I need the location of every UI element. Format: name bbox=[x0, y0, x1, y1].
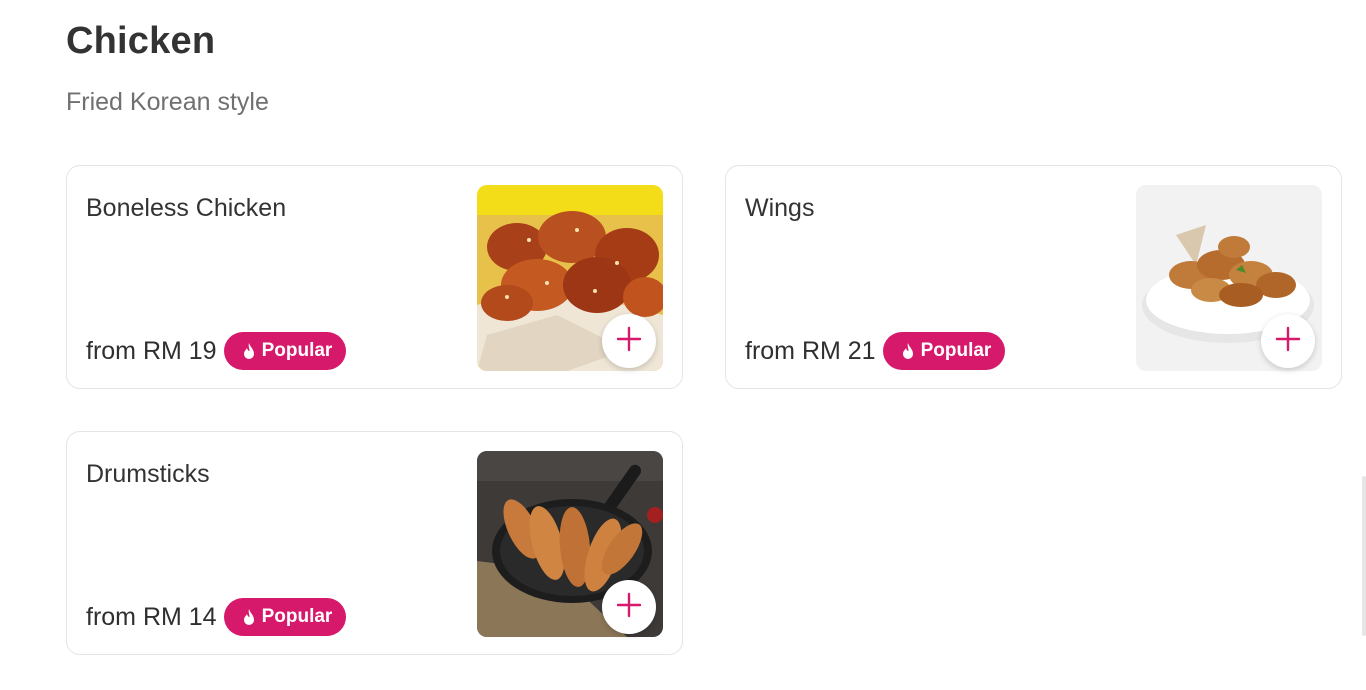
menu-item-name: Boneless Chicken bbox=[86, 194, 287, 222]
plus-icon bbox=[616, 592, 642, 623]
price-row: from RM 19 Popular bbox=[86, 331, 347, 371]
badge-label: Popular bbox=[261, 606, 333, 627]
flame-icon bbox=[900, 342, 916, 361]
menu-item-price: from RM 14 bbox=[86, 602, 217, 631]
menu-item-card-wings[interactable]: Wings from RM 21 Popular bbox=[725, 165, 1342, 389]
menu-item-price: from RM 21 bbox=[745, 336, 876, 365]
menu-item-card-drumsticks[interactable]: Drumsticks from RM 14 Popular bbox=[66, 431, 683, 655]
badge-label: Popular bbox=[261, 340, 333, 361]
plus-icon bbox=[1275, 326, 1301, 357]
price-row: from RM 21 Popular bbox=[745, 331, 1006, 371]
flame-icon bbox=[241, 342, 257, 361]
section-title: Chicken bbox=[66, 20, 216, 62]
menu-item-name: Drumsticks bbox=[86, 460, 210, 488]
popular-badge: Popular bbox=[223, 598, 347, 636]
badge-label: Popular bbox=[920, 340, 992, 361]
popular-badge: Popular bbox=[223, 332, 347, 370]
menu-item-price: from RM 19 bbox=[86, 336, 217, 365]
add-to-cart-button[interactable] bbox=[602, 314, 656, 368]
add-to-cart-button[interactable] bbox=[1261, 314, 1315, 368]
menu-item-name: Wings bbox=[745, 194, 815, 222]
menu-section-chicken: Chicken Fried Korean style Boneless Chic… bbox=[0, 0, 1366, 690]
scrollbar[interactable] bbox=[1362, 476, 1366, 636]
add-to-cart-button[interactable] bbox=[602, 580, 656, 634]
plus-icon bbox=[616, 326, 642, 357]
menu-item-card-boneless-chicken[interactable]: Boneless Chicken from RM 19 Popular bbox=[66, 165, 683, 389]
flame-icon bbox=[241, 608, 257, 627]
popular-badge: Popular bbox=[882, 332, 1006, 370]
price-row: from RM 14 Popular bbox=[86, 597, 347, 637]
section-subtitle: Fried Korean style bbox=[66, 88, 269, 116]
